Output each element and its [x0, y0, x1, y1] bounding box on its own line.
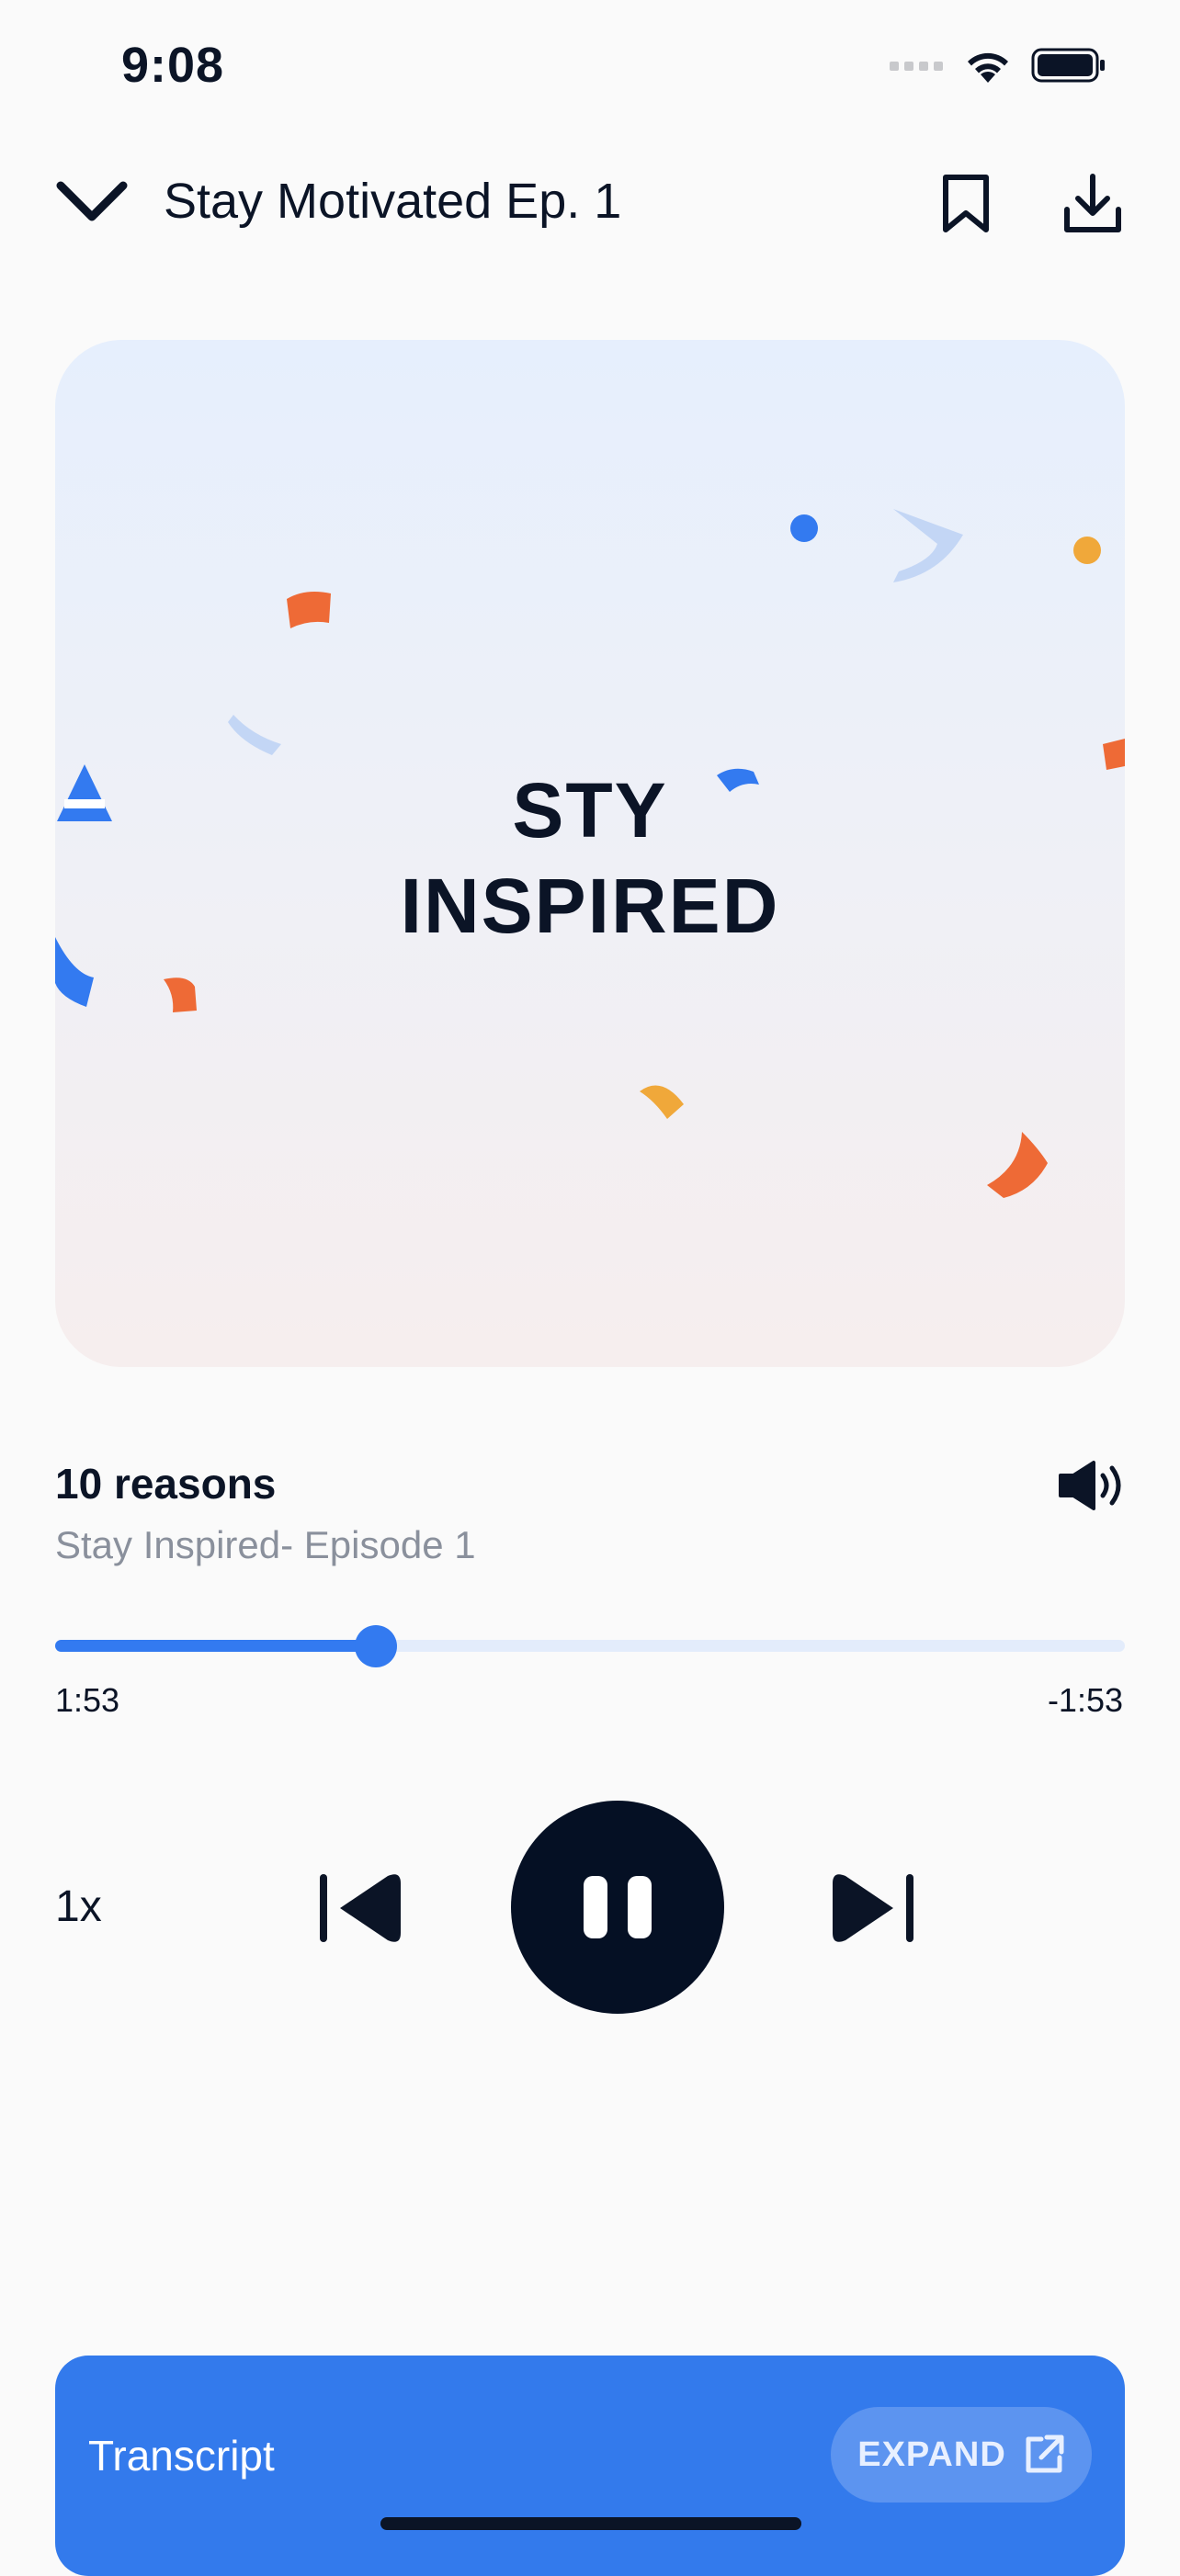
triangle-logo-icon [57, 764, 112, 821]
wifi-icon [968, 52, 1008, 83]
progress-fill [55, 1640, 377, 1652]
track-title: 10 reasons [55, 1460, 277, 1508]
download-icon[interactable] [1062, 173, 1123, 235]
transcript-panel[interactable]: Transcript EXPAND [55, 2356, 1125, 2576]
status-time: 9:08 [121, 38, 225, 93]
bookmark-icon[interactable] [939, 173, 993, 235]
battery-icon [1031, 48, 1105, 83]
cellular-signal-icon [890, 62, 943, 71]
artwork-title-line2: INSPIRED [400, 863, 780, 949]
pause-button[interactable] [511, 1801, 724, 2014]
track-subtitle: Stay Inspired- Episode 1 [55, 1523, 476, 1566]
progress-thumb[interactable] [355, 1625, 398, 1667]
transcript-label: Transcript [88, 2432, 275, 2480]
progress-slider[interactable] [55, 1625, 1125, 1667]
elapsed-time: 1:53 [55, 1681, 120, 1719]
home-indicator [380, 2517, 801, 2530]
status-icons [890, 46, 1106, 85]
playback-speed-button[interactable]: 1x [55, 1881, 102, 1932]
podcast-artwork: ST Y INSPIRED [55, 340, 1125, 1367]
expand-label: EXPAND [857, 2435, 1006, 2474]
chevron-down-icon[interactable] [53, 175, 130, 230]
skip-previous-icon[interactable] [316, 1869, 404, 1948]
volume-icon[interactable] [1057, 1459, 1127, 1512]
pause-icon [584, 1876, 652, 1938]
remaining-time: -1:53 [1047, 1681, 1123, 1719]
expand-button[interactable]: EXPAND [831, 2407, 1092, 2503]
artwork-title-line1: ST Y [55, 763, 1125, 858]
skip-next-icon[interactable] [829, 1869, 917, 1948]
page-title: Stay Motivated Ep. 1 [164, 174, 622, 229]
external-link-icon [1026, 2435, 1064, 2473]
